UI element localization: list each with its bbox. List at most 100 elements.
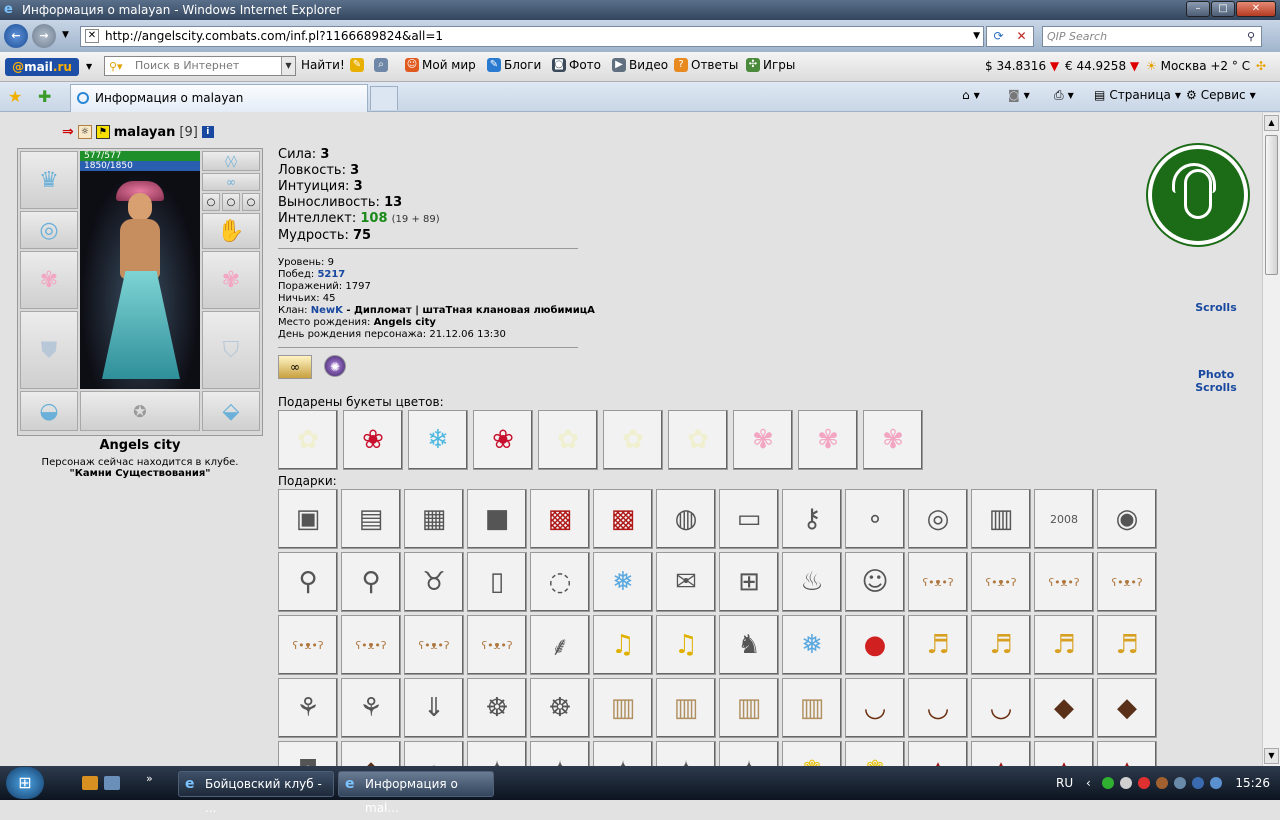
find-button[interactable]: Найти! xyxy=(301,58,345,72)
search-history-dropdown-icon[interactable]: ▼ xyxy=(281,57,295,75)
cow-icon[interactable]: ♉ xyxy=(404,552,464,612)
chocolate-icon[interactable]: ◆ xyxy=(1034,678,1094,738)
slot-boots-icon[interactable]: ⬙ xyxy=(202,391,260,431)
figure-icon[interactable]: ✦ xyxy=(530,741,590,766)
quicklaunch-more-icon[interactable]: » xyxy=(146,772,153,785)
mailru-link-games[interactable]: ✣ Игры xyxy=(746,58,795,72)
refresh-icon[interactable]: ⟳ xyxy=(987,27,1010,46)
slot-earrings-icon[interactable]: ◊◊ xyxy=(202,151,260,171)
icicle-icon[interactable]: ⇓ xyxy=(404,678,464,738)
mailru-link-photo[interactable]: ◙ Фото xyxy=(552,58,601,72)
chest-icon[interactable]: ▤ xyxy=(341,489,401,549)
vertical-scrollbar[interactable]: ▲ ▼ xyxy=(1262,113,1280,766)
taskbar-button-info[interactable]: e Информация о mal... xyxy=(338,771,494,815)
new-tab-button[interactable] xyxy=(370,86,398,110)
service-menu-button[interactable]: ⚙ Сервис ▼ xyxy=(1186,88,1256,102)
slot-belt-icon[interactable]: ◒ xyxy=(20,391,78,431)
sack-icon[interactable]: ▥ xyxy=(719,678,779,738)
mailru-link-myworld[interactable]: ☺ Мой мир xyxy=(405,58,476,72)
milk-can-icon[interactable]: ▯ xyxy=(467,552,527,612)
ice-flower-icon[interactable]: ❄ xyxy=(408,410,468,470)
slot-emblem-icon[interactable]: ✪ xyxy=(80,391,200,431)
daisy-icon[interactable]: ✿ xyxy=(278,410,338,470)
qip-search-input[interactable]: QIP Search ⚲ xyxy=(1042,26,1262,47)
chocolate-icon[interactable]: ◆ xyxy=(1097,678,1157,738)
clan-logo[interactable] xyxy=(1148,145,1248,245)
bell-icon[interactable]: ♫ xyxy=(593,615,653,675)
key-icon[interactable]: ⚷ xyxy=(782,489,842,549)
clan-link[interactable]: NewK xyxy=(311,305,343,316)
teddy-bear-icon[interactable]: ʕ•ᴥ•ʔ xyxy=(1034,552,1094,612)
silver-chest-icon[interactable]: ▦ xyxy=(404,489,464,549)
sign-icon[interactable]: ▲ xyxy=(1034,741,1094,766)
gift-box-icon[interactable]: ▩ xyxy=(593,489,653,549)
mirror-icon[interactable]: ⚲ xyxy=(341,552,401,612)
page-menu-button[interactable]: ▤ Страница ▼ xyxy=(1094,88,1181,102)
print-button[interactable]: ⎙ ▼ xyxy=(1054,88,1074,103)
slot-leggings-icon[interactable]: ⛉ xyxy=(202,311,260,389)
feeds-button[interactable]: ◙ ▼ xyxy=(1008,88,1030,102)
mailru-search-input[interactable]: ⚲▾ Поиск в Интернет ▼ xyxy=(104,56,296,76)
gift-bag-icon[interactable]: ◉ xyxy=(1097,489,1157,549)
doll-icon[interactable]: ☺ xyxy=(845,552,905,612)
add-favorites-icon[interactable]: ✚ xyxy=(38,87,51,106)
tambourine-icon[interactable]: ◌ xyxy=(530,552,590,612)
teddy-bear-icon[interactable]: ʕ•ᴥ•ʔ xyxy=(278,615,338,675)
snowflake-icon[interactable]: ❅ xyxy=(593,552,653,612)
mailru-link-video[interactable]: ▶ Видео xyxy=(612,58,668,72)
teddy-bear-icon[interactable]: ʕ•ᴥ•ʔ xyxy=(341,615,401,675)
rose-icon[interactable]: ❀ xyxy=(473,410,533,470)
app-tray-icon[interactable] xyxy=(1156,777,1168,789)
photo-scrolls-link[interactable]: Photo Scrolls xyxy=(1186,368,1246,394)
bucket-icon[interactable]: ◡ xyxy=(908,678,968,738)
rose-icon[interactable]: ❀ xyxy=(343,410,403,470)
mailru-link-answers[interactable]: ? Ответы xyxy=(674,58,738,72)
scroll-thumb[interactable] xyxy=(1265,135,1278,275)
teddy-bear-icon[interactable]: ʕ•ᴥ•ʔ xyxy=(971,552,1031,612)
find-on-page-icon[interactable]: ⌕ xyxy=(374,58,388,72)
accordion-icon[interactable]: ▥ xyxy=(971,489,1031,549)
sign-icon[interactable]: ▲ xyxy=(1097,741,1157,766)
bells-icon[interactable]: ♬ xyxy=(1034,615,1094,675)
slot-necklace-icon[interactable]: ◎ xyxy=(20,211,78,249)
slot-flower-right-icon[interactable]: ✾ xyxy=(202,251,260,309)
samovar-icon[interactable]: ♨ xyxy=(782,552,842,612)
sound-tray-icon[interactable] xyxy=(1192,777,1204,789)
opera-tray-icon[interactable] xyxy=(1138,777,1150,789)
bells-icon[interactable]: ♬ xyxy=(971,615,1031,675)
scroll-up-icon[interactable]: ▲ xyxy=(1264,115,1279,131)
slot-helmet-icon[interactable]: ♛ xyxy=(20,151,78,209)
blue-box-icon[interactable]: ▭ xyxy=(719,489,779,549)
sack-icon[interactable]: ▥ xyxy=(782,678,842,738)
gift-box-icon[interactable]: ▩ xyxy=(530,489,590,549)
ornaments-icon[interactable]: ⚘ xyxy=(341,678,401,738)
tray-expand-icon[interactable]: ‹ xyxy=(1086,776,1091,790)
search-engine-icon[interactable]: ⚲▾ xyxy=(109,58,123,76)
slot-rings-icon[interactable]: ∞ xyxy=(202,173,260,191)
mailru-menu-dropdown-icon[interactable]: ▼ xyxy=(86,62,92,71)
teddy-bear-icon[interactable]: ʕ•ᴥ•ʔ xyxy=(1097,552,1157,612)
taskbar-button-fightclub[interactable]: e Бойцовский клуб - ... xyxy=(178,771,334,815)
spider-icon[interactable]: ☸ xyxy=(530,678,590,738)
network-tray-icon[interactable] xyxy=(1120,777,1132,789)
address-input[interactable]: ✕ http://angelscity.combats.com/inf.pl?1… xyxy=(80,26,984,47)
display-tray-icon[interactable] xyxy=(1174,777,1186,789)
stop-icon[interactable]: ✕ xyxy=(1010,27,1033,46)
bucket-icon[interactable]: ◡ xyxy=(971,678,1031,738)
history-dropdown-icon[interactable]: ▼ xyxy=(62,30,69,40)
red-nose-icon[interactable]: ● xyxy=(845,615,905,675)
card-icon[interactable]: ✉ xyxy=(656,552,716,612)
slot-ring3-icon[interactable]: ○ xyxy=(242,193,260,211)
sack-icon[interactable]: ▥ xyxy=(656,678,716,738)
bag-icon[interactable]: ◘ xyxy=(278,741,338,766)
silver-box-icon[interactable]: ▣ xyxy=(278,489,338,549)
boa-icon[interactable]: ◎ xyxy=(908,489,968,549)
teddy-bear-icon[interactable]: ʕ•ᴥ•ʔ xyxy=(908,552,968,612)
arrow-icon[interactable]: ⇒ xyxy=(62,124,74,140)
daisy-icon[interactable]: ✿ xyxy=(538,410,598,470)
eur-rate[interactable]: € 44.9258 ▼ xyxy=(1065,59,1139,73)
maximize-button[interactable]: □ xyxy=(1211,1,1235,17)
bells-icon[interactable]: ♬ xyxy=(1097,615,1157,675)
qip-tray-icon[interactable] xyxy=(1102,777,1114,789)
rings-badge-icon[interactable]: ∞ xyxy=(278,355,312,379)
